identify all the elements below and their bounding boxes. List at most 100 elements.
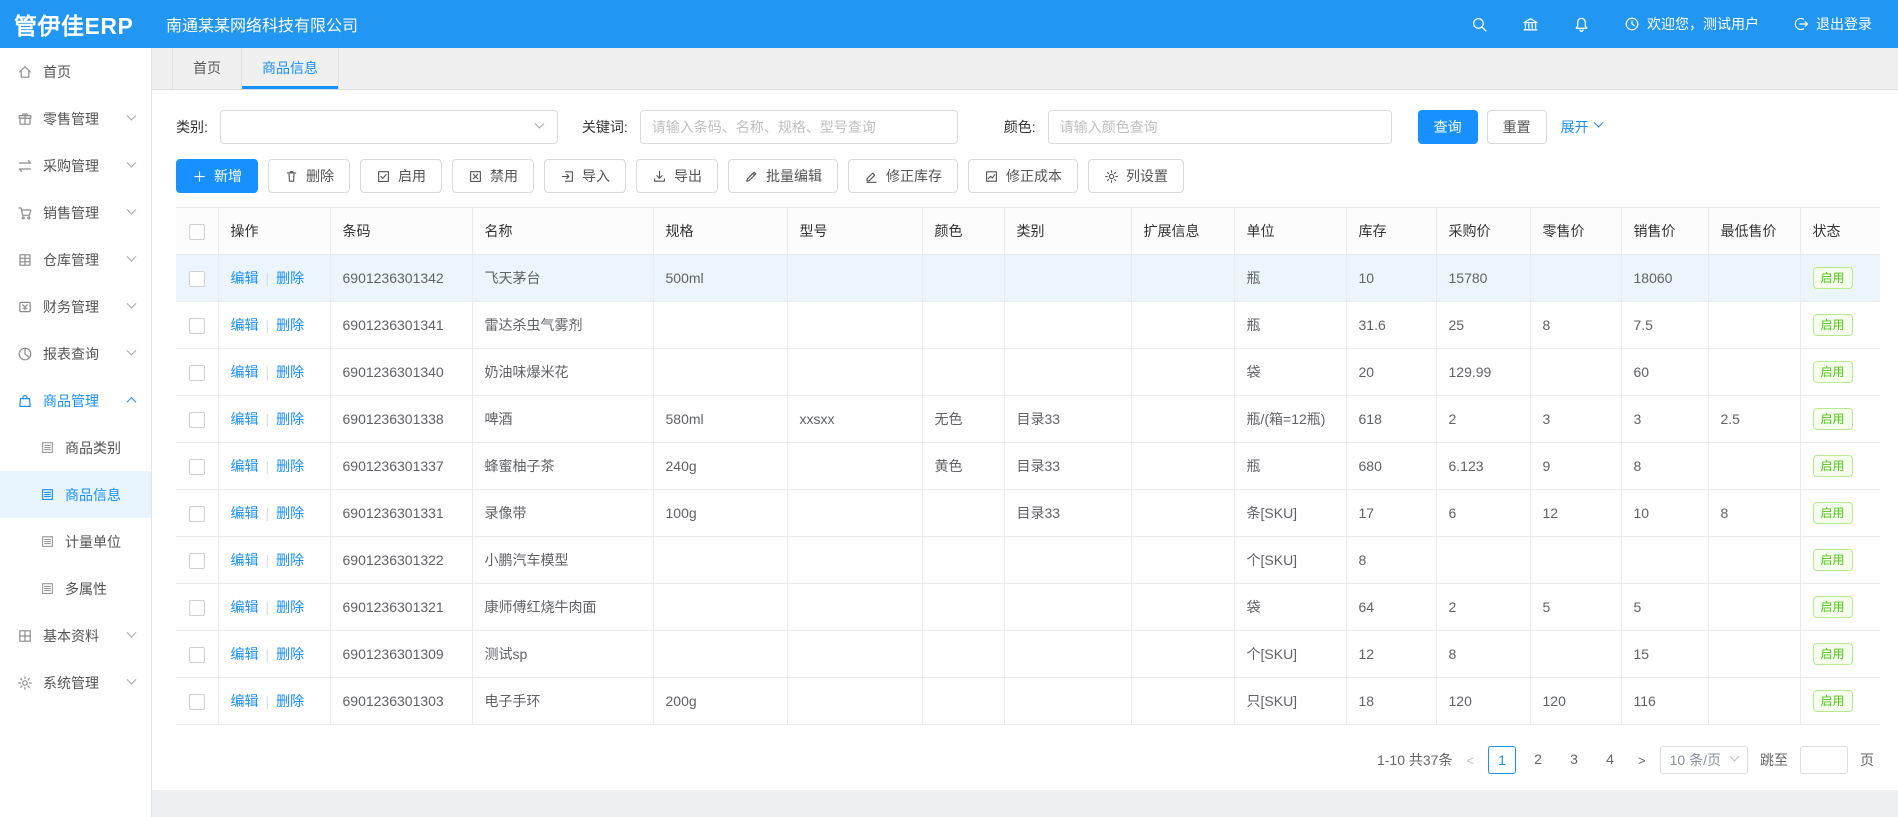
edit-link[interactable]: 编辑 xyxy=(231,364,259,380)
tab-商品信息[interactable]: 商品信息 xyxy=(242,48,339,89)
sidebar-subitem-计量单位[interactable]: 计量单位 xyxy=(0,518,151,565)
status-badge[interactable]: 启用 xyxy=(1813,267,1853,289)
sidebar-item-销售管理[interactable]: 销售管理 xyxy=(0,189,151,236)
sidebar-item-商品管理[interactable]: 商品管理 xyxy=(0,377,151,424)
row-checkbox[interactable] xyxy=(189,412,205,428)
row-checkbox[interactable] xyxy=(189,506,205,522)
status-badge[interactable]: 启用 xyxy=(1813,690,1853,712)
table-row: 编辑|删除6901236301342飞天茅台500ml瓶101578018060… xyxy=(176,255,1880,302)
next-page-button[interactable]: > xyxy=(1636,753,1648,768)
delete-link[interactable]: 删除 xyxy=(276,458,304,474)
row-checkbox[interactable] xyxy=(189,600,205,616)
edit-link[interactable]: 编辑 xyxy=(231,411,259,427)
bell-icon[interactable] xyxy=(1573,16,1590,33)
sidebar-item-首页[interactable]: 首页 xyxy=(0,48,151,95)
delete-link[interactable]: 删除 xyxy=(276,411,304,427)
sidebar-menu: 首页零售管理采购管理销售管理仓库管理财务管理报表查询商品管理商品类别商品信息计量… xyxy=(0,48,151,706)
delete-link[interactable]: 删除 xyxy=(276,317,304,333)
delete-link[interactable]: 删除 xyxy=(276,552,304,568)
select-all-checkbox[interactable] xyxy=(189,224,205,240)
status-badge[interactable]: 启用 xyxy=(1813,596,1853,618)
edit-link[interactable]: 编辑 xyxy=(231,552,259,568)
sidebar-subitem-商品类别[interactable]: 商品类别 xyxy=(0,424,151,471)
status-badge[interactable]: 启用 xyxy=(1813,643,1853,665)
keyword-input[interactable] xyxy=(640,110,958,144)
search-button[interactable]: 查询 xyxy=(1418,110,1478,144)
禁用-button[interactable]: 禁用 xyxy=(452,159,534,193)
expand-link[interactable]: 展开 xyxy=(1561,117,1602,137)
修正库存-button[interactable]: 修正库存 xyxy=(848,159,958,193)
delete-link[interactable]: 删除 xyxy=(276,693,304,709)
color-input[interactable] xyxy=(1048,110,1392,144)
cell-ext xyxy=(1131,443,1234,490)
row-checkbox[interactable] xyxy=(189,271,205,287)
edit-link[interactable]: 编辑 xyxy=(231,317,259,333)
delete-link[interactable]: 删除 xyxy=(276,599,304,615)
table-row: 编辑|删除6901236301309测试sp个[SKU]12815启用 xyxy=(176,631,1880,678)
page-button-2[interactable]: 2 xyxy=(1524,746,1552,774)
edit-link[interactable]: 编辑 xyxy=(231,458,259,474)
list-icon xyxy=(40,487,55,502)
delete-link[interactable]: 删除 xyxy=(276,270,304,286)
status-badge[interactable]: 启用 xyxy=(1813,408,1853,430)
edit-link[interactable]: 编辑 xyxy=(231,693,259,709)
列设置-button[interactable]: 列设置 xyxy=(1088,159,1184,193)
导出-button[interactable]: 导出 xyxy=(636,159,718,193)
search-icon[interactable] xyxy=(1471,16,1488,33)
cell-spec xyxy=(653,631,787,678)
edit-link[interactable]: 编辑 xyxy=(231,270,259,286)
cell-category: 目录33 xyxy=(1004,396,1131,443)
status-badge[interactable]: 启用 xyxy=(1813,314,1853,336)
row-checkbox[interactable] xyxy=(189,553,205,569)
system-icon xyxy=(17,675,33,691)
sidebar-item-财务管理[interactable]: 财务管理 xyxy=(0,283,151,330)
row-checkbox[interactable] xyxy=(189,694,205,710)
cell-status: 启用 xyxy=(1800,302,1880,349)
row-checkbox[interactable] xyxy=(189,459,205,475)
delete-link[interactable]: 删除 xyxy=(276,364,304,380)
edit-link[interactable]: 编辑 xyxy=(231,599,259,615)
新增-button[interactable]: 新增 xyxy=(176,159,258,193)
sidebar-item-零售管理[interactable]: 零售管理 xyxy=(0,95,151,142)
row-checkbox[interactable] xyxy=(189,647,205,663)
column-header-状态: 状态 xyxy=(1800,208,1880,255)
column-header-名称: 名称 xyxy=(472,208,653,255)
delete-link[interactable]: 删除 xyxy=(276,646,304,662)
export-icon xyxy=(652,169,667,184)
category-select[interactable] xyxy=(220,110,558,144)
批量编辑-button[interactable]: 批量编辑 xyxy=(728,159,838,193)
status-badge[interactable]: 启用 xyxy=(1813,549,1853,571)
edit-link[interactable]: 编辑 xyxy=(231,646,259,662)
sidebar-item-系统管理[interactable]: 系统管理 xyxy=(0,659,151,706)
导入-button[interactable]: 导入 xyxy=(544,159,626,193)
page-button-4[interactable]: 4 xyxy=(1596,746,1624,774)
reset-button[interactable]: 重置 xyxy=(1487,110,1547,144)
jump-page-input[interactable] xyxy=(1800,746,1848,774)
bank-icon[interactable] xyxy=(1522,16,1539,33)
prev-page-button[interactable]: < xyxy=(1464,753,1476,768)
sidebar-item-基本资料[interactable]: 基本资料 xyxy=(0,612,151,659)
sidebar-item-仓库管理[interactable]: 仓库管理 xyxy=(0,236,151,283)
edit-link[interactable]: 编辑 xyxy=(231,505,259,521)
tab-首页[interactable]: 首页 xyxy=(172,48,242,89)
page-button-1[interactable]: 1 xyxy=(1488,746,1516,774)
sidebar-subitem-多属性[interactable]: 多属性 xyxy=(0,565,151,612)
sidebar-item-报表查询[interactable]: 报表查询 xyxy=(0,330,151,377)
status-badge[interactable]: 启用 xyxy=(1813,502,1853,524)
page-size-select[interactable]: 10 条/页 xyxy=(1660,746,1748,774)
status-badge[interactable]: 启用 xyxy=(1813,361,1853,383)
chevron-down-icon xyxy=(127,205,137,215)
row-checkbox[interactable] xyxy=(189,365,205,381)
welcome-user[interactable]: 欢迎您，测试用户 xyxy=(1624,14,1759,34)
logout-button[interactable]: 退出登录 xyxy=(1793,14,1872,34)
row-checkbox[interactable] xyxy=(189,318,205,334)
sidebar-item-采购管理[interactable]: 采购管理 xyxy=(0,142,151,189)
删除-button[interactable]: 删除 xyxy=(268,159,350,193)
修正成本-button[interactable]: 修正成本 xyxy=(968,159,1078,193)
page-button-3[interactable]: 3 xyxy=(1560,746,1588,774)
delete-link[interactable]: 删除 xyxy=(276,505,304,521)
启用-button[interactable]: 启用 xyxy=(360,159,442,193)
status-badge[interactable]: 启用 xyxy=(1813,455,1853,477)
column-header-采购价: 采购价 xyxy=(1436,208,1530,255)
sidebar-subitem-商品信息[interactable]: 商品信息 xyxy=(0,471,151,518)
